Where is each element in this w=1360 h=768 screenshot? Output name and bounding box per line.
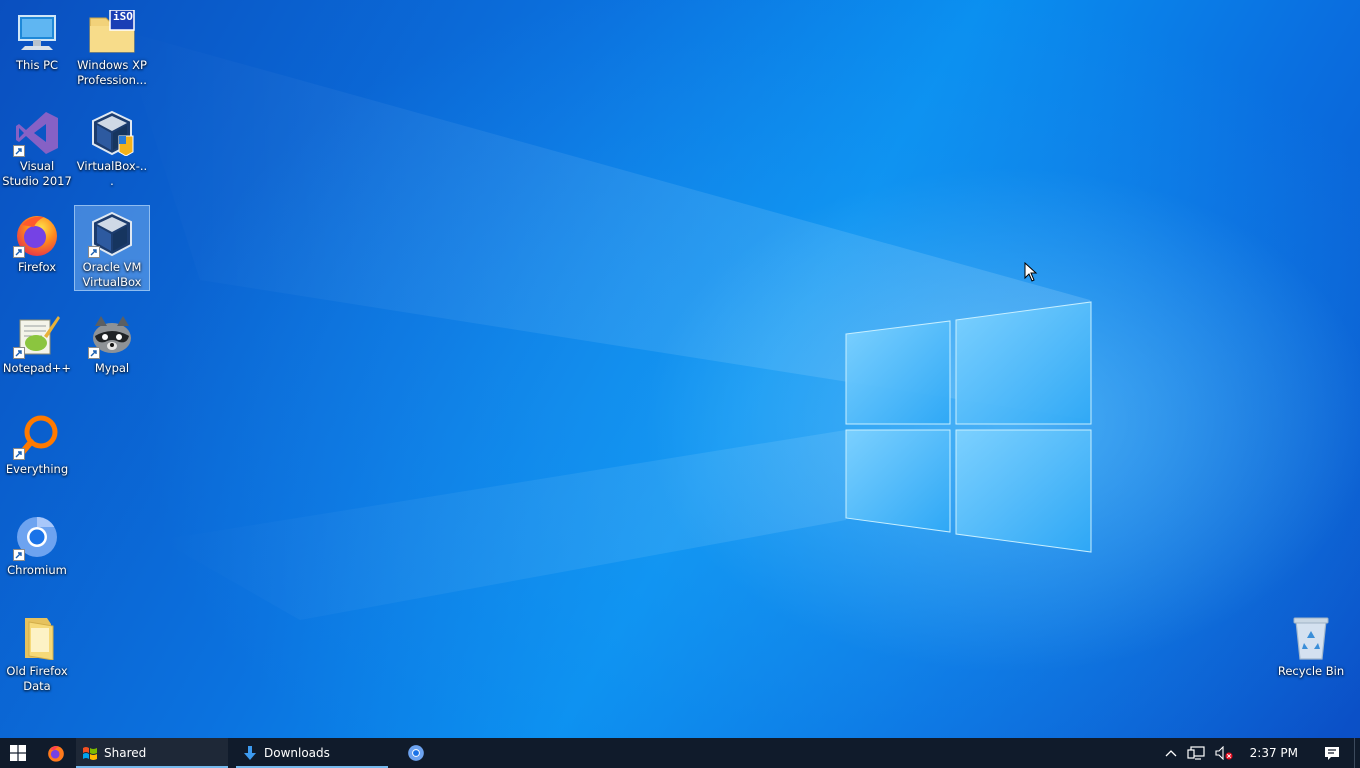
desktop-icon-recycle-bin[interactable]: Recycle Bin <box>1274 610 1348 694</box>
shortcut-arrow-icon <box>13 246 25 258</box>
shortcut-arrow-icon <box>13 549 25 561</box>
volume-muted-icon <box>1215 746 1233 760</box>
desktop-icon-label: Everything <box>5 462 69 476</box>
desktop-icon-label: Visual Studio 2017 <box>2 159 72 188</box>
virtualbox-installer-icon <box>88 109 136 157</box>
desktop-icon-notepad-plus-plus[interactable]: Notepad++ <box>0 307 74 391</box>
windows-wallpaper-logo <box>120 30 1092 620</box>
desktop-icon-label: Windows XP Profession... <box>77 58 147 87</box>
desktop-icon-label: Notepad++ <box>2 361 72 375</box>
network-status-button[interactable] <box>1182 738 1210 768</box>
volume-button[interactable] <box>1210 738 1238 768</box>
chevron-up-icon <box>1165 750 1177 757</box>
virtualbox-icon <box>88 210 136 258</box>
desktop-icon-label: VirtualBox-... <box>76 159 148 188</box>
windows-xp-flag-icon <box>83 747 97 760</box>
desktop-icon-this-pc[interactable]: This PC <box>0 4 74 88</box>
desktop-icon-label: Recycle Bin <box>1277 664 1345 678</box>
desktop-icon-visual-studio[interactable]: Visual Studio 2017 <box>0 105 74 189</box>
taskbar: Shared Downloads 2:37 PM <box>0 738 1360 768</box>
desktop-icon-virtualbox-installer[interactable]: VirtualBox-... <box>75 105 149 189</box>
system-tray: 2:37 PM <box>1160 738 1360 768</box>
desktop-icon-firefox[interactable]: Firefox <box>0 206 74 290</box>
taskbar-pinned-firefox[interactable] <box>36 738 76 768</box>
folder-icon <box>13 614 61 662</box>
action-center-button[interactable] <box>1310 738 1354 768</box>
desktop-icon-label: Old Firefox Data <box>6 664 68 693</box>
desktop-icon-label: Oracle VM VirtualBox <box>82 260 142 289</box>
desktop[interactable]: This PC iSO Windows XP Profession... Vis… <box>0 0 1360 738</box>
taskbar-app-label: Downloads <box>264 746 330 760</box>
shortcut-arrow-icon <box>13 448 25 460</box>
this-pc-icon <box>13 8 61 56</box>
desktop-icon-everything[interactable]: Everything <box>0 408 74 492</box>
start-button[interactable] <box>0 738 36 768</box>
shortcut-arrow-icon <box>88 246 100 258</box>
taskbar-app-downloads[interactable]: Downloads <box>236 738 388 768</box>
action-center-icon <box>1325 746 1339 760</box>
download-arrow-icon <box>244 746 256 760</box>
taskbar-app-shared[interactable]: Shared <box>76 738 228 768</box>
mypal-icon <box>88 311 136 359</box>
shortcut-arrow-icon <box>13 347 25 359</box>
desktop-icon-mypal[interactable]: Mypal <box>75 307 149 391</box>
desktop-icon-label: Firefox <box>17 260 57 274</box>
firefox-icon <box>48 745 64 762</box>
desktop-icon-oracle-vm-virtualbox[interactable]: Oracle VM VirtualBox <box>74 205 150 291</box>
taskbar-clock[interactable]: 2:37 PM <box>1238 738 1310 768</box>
iso-badge-text: iSO <box>113 10 133 23</box>
desktop-icon-label: Mypal <box>94 361 130 375</box>
show-hidden-icons-button[interactable] <box>1160 738 1182 768</box>
windows-logo-icon <box>10 745 26 761</box>
desktop-icon-label: Chromium <box>7 563 67 577</box>
show-desktop-button[interactable] <box>1354 738 1360 768</box>
mouse-cursor-icon <box>1024 262 1038 282</box>
shortcut-arrow-icon <box>13 145 25 157</box>
taskbar-pinned-chromium[interactable] <box>396 738 436 768</box>
recycle-bin-icon <box>1287 614 1335 662</box>
shortcut-arrow-icon <box>88 347 100 359</box>
desktop-icon-chromium[interactable]: Chromium <box>0 509 74 593</box>
firefox-icon <box>13 210 61 258</box>
taskbar-app-label: Shared <box>104 746 147 760</box>
network-icon <box>1187 746 1205 760</box>
desktop-icon-label: This PC <box>15 58 59 72</box>
iso-file-icon: iSO <box>88 8 136 56</box>
desktop-icon-old-firefox-data[interactable]: Old Firefox Data <box>0 610 74 694</box>
desktop-icon-windows-xp-iso[interactable]: iSO Windows XP Profession... <box>75 4 149 88</box>
notepad-plus-plus-icon <box>13 311 61 359</box>
visual-studio-icon <box>13 109 61 157</box>
chromium-icon <box>13 513 61 561</box>
chromium-icon <box>408 745 424 761</box>
everything-search-icon <box>13 412 61 460</box>
